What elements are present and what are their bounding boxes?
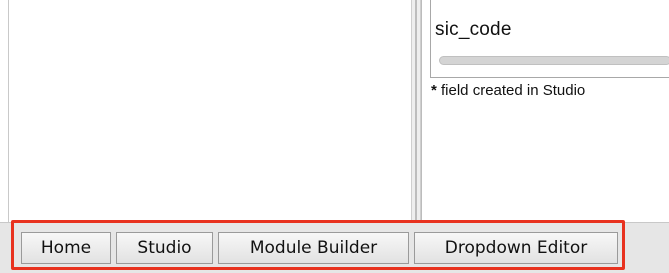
field-list-panel: sic_code * field created in Studio xyxy=(421,0,669,222)
toolbar-highlight-box xyxy=(11,220,625,270)
splitter-grip[interactable] xyxy=(415,0,417,222)
studio-screen: sic_code * field created in Studio Home … xyxy=(0,0,669,273)
pane-splitter[interactable] xyxy=(411,0,421,222)
note-text: field created in Studio xyxy=(436,82,586,99)
studio-field-note: * field created in Studio xyxy=(431,82,585,99)
horizontal-scrollbar[interactable] xyxy=(439,56,669,65)
field-list-box: sic_code xyxy=(430,0,669,78)
field-item-sic-code[interactable]: sic_code xyxy=(435,19,512,41)
left-pane-border xyxy=(8,0,9,222)
